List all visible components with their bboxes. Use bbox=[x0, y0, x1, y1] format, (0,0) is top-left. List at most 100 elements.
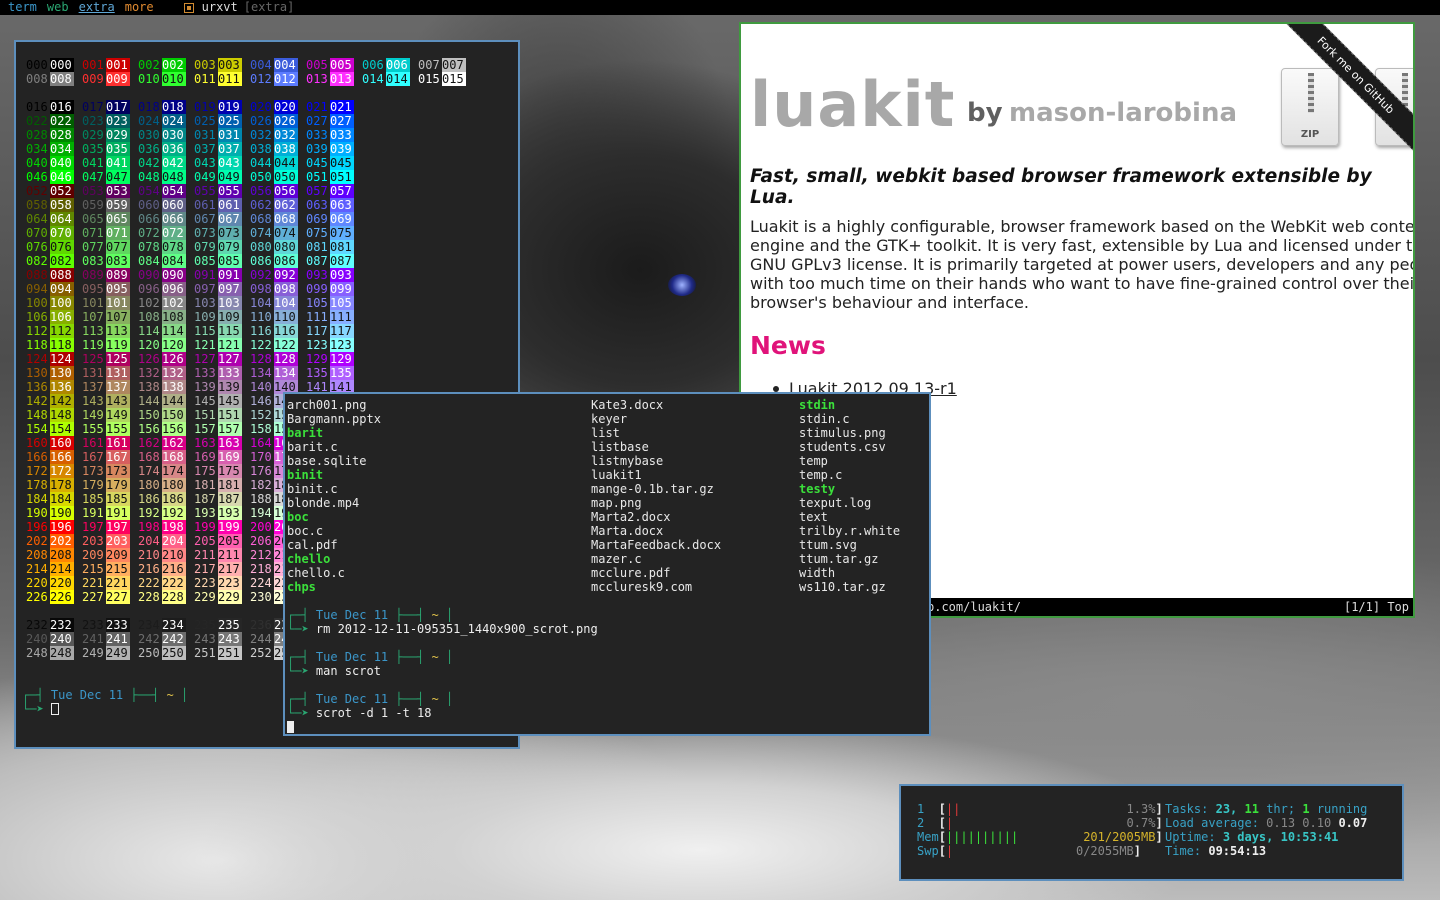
color-bg-sample: 145 bbox=[218, 394, 242, 408]
color-fg-sample: 060 bbox=[138, 198, 160, 212]
color-bg-sample: 163 bbox=[218, 436, 242, 450]
color-fg-sample: 128 bbox=[250, 352, 272, 366]
color-cell: 197 197 bbox=[82, 520, 138, 534]
color-cell: 127 127 bbox=[194, 352, 250, 366]
color-fg-sample: 109 bbox=[194, 310, 216, 324]
color-cell: 204 204 bbox=[138, 534, 194, 548]
tag-extra[interactable]: extra bbox=[79, 0, 115, 15]
color-cell: 090 090 bbox=[138, 268, 194, 282]
input-line[interactable] bbox=[287, 720, 294, 734]
tag-term[interactable]: term bbox=[8, 0, 37, 15]
color-cell: 066 066 bbox=[138, 212, 194, 226]
color-bg-sample: 075 bbox=[330, 226, 354, 240]
color-row: 100 100 101 101 102 102 103 103 104 104 105 105 bbox=[26, 296, 474, 310]
color-cell: 233 233 bbox=[82, 618, 138, 632]
color-cell: 235 235 bbox=[194, 618, 250, 632]
color-cell: 023 023 bbox=[82, 114, 138, 128]
color-bg-sample: 234 bbox=[162, 618, 186, 632]
color-bg-sample: 209 bbox=[106, 548, 130, 562]
color-fg-sample: 101 bbox=[82, 296, 104, 310]
color-fg-sample: 216 bbox=[138, 562, 160, 576]
color-bg-sample: 186 bbox=[162, 492, 186, 506]
color-fg-sample: 178 bbox=[26, 478, 48, 492]
color-row: 008 008 009 009 010 010 011 011 012 012 013 013 014 0… bbox=[26, 72, 474, 86]
color-cell: 122 122 bbox=[250, 338, 306, 352]
color-fg-sample: 236 bbox=[250, 618, 272, 632]
color-bg-sample: 113 bbox=[106, 324, 130, 338]
color-cell: 052 052 bbox=[26, 184, 82, 198]
color-cell: 091 091 bbox=[194, 268, 250, 282]
color-fg-sample: 169 bbox=[194, 450, 216, 464]
page-author[interactable]: mason-larobina bbox=[1009, 98, 1237, 128]
color-fg-sample: 168 bbox=[138, 450, 160, 464]
color-fg-sample: 110 bbox=[250, 310, 272, 324]
color-cell: 149 149 bbox=[82, 408, 138, 422]
window-class: [extra] bbox=[243, 0, 295, 14]
file-entry: arch001.png bbox=[287, 398, 367, 412]
color-bg-sample: 102 bbox=[162, 296, 186, 310]
color-cell: 113 113 bbox=[82, 324, 138, 338]
color-fg-sample: 051 bbox=[306, 170, 328, 184]
color-cell: 040 040 bbox=[26, 156, 82, 170]
color-cell: 064 064 bbox=[26, 212, 82, 226]
prompt-command: rm 2012-12-11-095351_1440x900_scrot.png bbox=[315, 622, 598, 636]
layout-icon[interactable] bbox=[183, 2, 194, 13]
htop-window[interactable]: 1 [|| 1.3%] 2 [| 0.7%] Mem[|||||||||| 20… bbox=[899, 784, 1404, 881]
color-fg-sample: 091 bbox=[194, 268, 216, 282]
color-cell: 009 009 bbox=[82, 72, 138, 86]
tag-web[interactable]: web bbox=[47, 0, 69, 15]
color-fg-sample: 054 bbox=[138, 184, 160, 198]
color-fg-sample: 104 bbox=[250, 296, 272, 310]
color-cell: 214 214 bbox=[26, 562, 82, 576]
color-fg-sample: 087 bbox=[306, 254, 328, 268]
color-cell: 217 217 bbox=[194, 562, 250, 576]
color-fg-sample: 121 bbox=[194, 338, 216, 352]
color-cell: 082 082 bbox=[26, 254, 82, 268]
terminal-files-window[interactable]: arch001.png Bargmann.pptx barit barit.c base… bbox=[283, 392, 931, 736]
color-fg-sample: 215 bbox=[82, 562, 104, 576]
tag-more[interactable]: more bbox=[125, 0, 154, 15]
color-bg-sample: 142 bbox=[50, 394, 74, 408]
color-fg-sample: 005 bbox=[306, 58, 328, 72]
color-bg-sample: 011 bbox=[218, 72, 242, 86]
color-bg-sample: 137 bbox=[106, 380, 130, 394]
color-bg-sample: 046 bbox=[50, 170, 74, 184]
color-fg-sample: 061 bbox=[194, 198, 216, 212]
color-bg-sample: 160 bbox=[50, 436, 74, 450]
download-zip-icon[interactable]: ZIP bbox=[1281, 68, 1339, 146]
prompt-command: scrot -d 1 -t 18 bbox=[315, 706, 432, 720]
color-bg-sample: 039 bbox=[330, 142, 354, 156]
color-fg-sample: 069 bbox=[306, 212, 328, 226]
color-cell: 251 251 bbox=[194, 646, 250, 660]
color-fg-sample: 017 bbox=[82, 100, 104, 114]
color-cell: 001 001 bbox=[82, 58, 138, 72]
color-bg-sample: 092 bbox=[274, 268, 298, 282]
file-entry: Kate3.docx bbox=[591, 398, 664, 412]
color-bg-sample: 086 bbox=[274, 254, 298, 268]
color-cell: 047 047 bbox=[82, 170, 138, 184]
color-cell: 161 161 bbox=[82, 436, 138, 450]
color-bg-sample: 169 bbox=[218, 450, 242, 464]
color-bg-sample: 150 bbox=[162, 408, 186, 422]
color-cell: 191 191 bbox=[82, 506, 138, 520]
color-bg-sample: 033 bbox=[330, 128, 354, 142]
color-row: 082 082 083 083 084 084 085 085 086 086 087 087 bbox=[26, 254, 474, 268]
color-bg-sample: 025 bbox=[218, 114, 242, 128]
color-fg-sample: 206 bbox=[250, 534, 272, 548]
color-bg-sample: 101 bbox=[106, 296, 130, 310]
color-fg-sample: 143 bbox=[82, 394, 104, 408]
color-fg-sample: 010 bbox=[138, 72, 160, 86]
file-entry: mccluresk9.com bbox=[591, 580, 693, 594]
color-cell: 056 056 bbox=[250, 184, 306, 198]
color-row: 028 028 029 029 030 030 031 031 032 032 033 033 bbox=[26, 128, 474, 142]
color-bg-sample: 136 bbox=[50, 380, 74, 394]
file-entry: Bargmann.pptx bbox=[287, 412, 381, 426]
file-entry: barit bbox=[287, 426, 324, 440]
color-cell: 101 101 bbox=[82, 296, 138, 310]
color-fg-sample: 187 bbox=[194, 492, 216, 506]
uptime-line: Uptime: 3 days, 10:53:41 bbox=[1165, 830, 1339, 844]
color-fg-sample: 006 bbox=[362, 58, 384, 72]
color-cell: 175 175 bbox=[194, 464, 250, 478]
color-fg-sample: 125 bbox=[82, 352, 104, 366]
color-bg-sample: 154 bbox=[50, 422, 74, 436]
